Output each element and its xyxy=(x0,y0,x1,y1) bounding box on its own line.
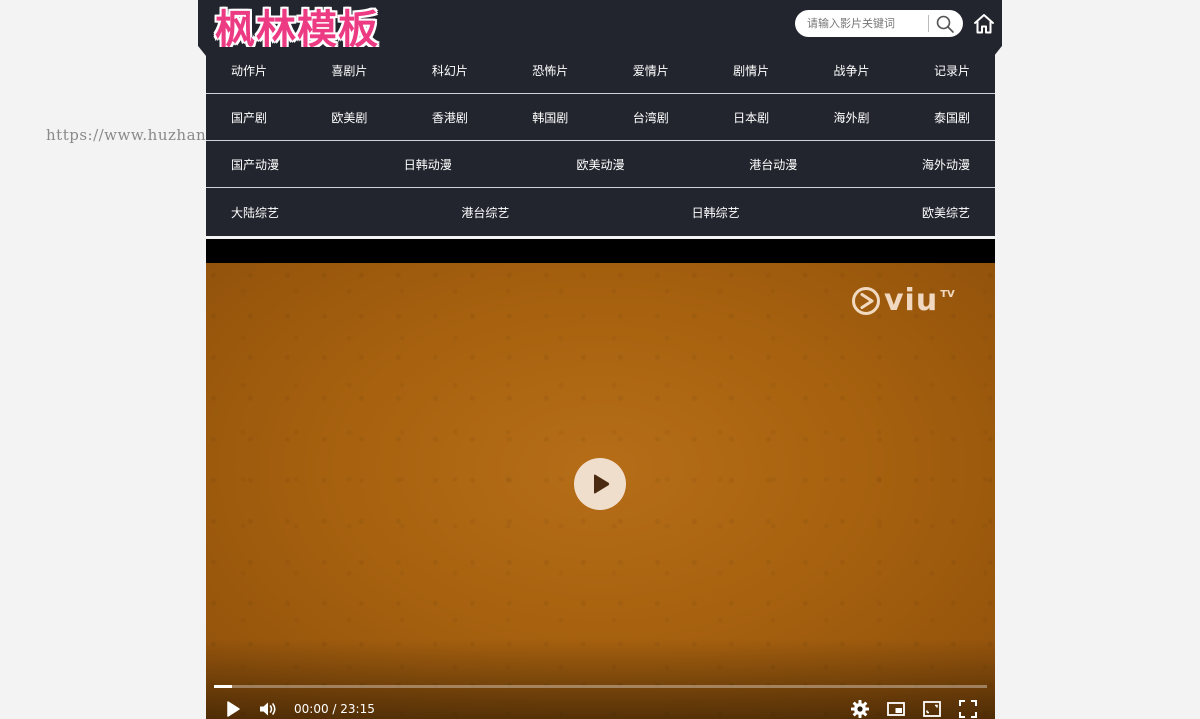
search-input[interactable] xyxy=(807,14,925,33)
theater-mode-button[interactable] xyxy=(922,699,942,719)
nav-row-series: 国产剧 欧美剧 香港剧 韩国剧 台湾剧 日本剧 海外剧 泰国剧 xyxy=(206,94,995,141)
nav-item[interactable]: 欧美动漫 xyxy=(576,156,624,173)
nav-item[interactable]: 大陆综艺 xyxy=(231,204,279,221)
nav-item[interactable]: 欧美综艺 xyxy=(922,204,970,221)
search-button[interactable] xyxy=(934,13,956,35)
nav-item[interactable]: 日本剧 xyxy=(733,109,769,126)
play-icon xyxy=(227,701,240,717)
gear-icon xyxy=(851,700,869,718)
nav-item[interactable]: 记录片 xyxy=(934,62,970,79)
search-divider xyxy=(928,15,929,32)
nav-item[interactable]: 欧美剧 xyxy=(331,109,367,126)
theater-mode-icon xyxy=(923,701,941,717)
nav-row-variety: 大陆综艺 港台综艺 日韩综艺 欧美综艺 xyxy=(206,188,995,236)
nav-item[interactable]: 战争片 xyxy=(834,62,870,79)
progress-bar[interactable] xyxy=(214,685,987,688)
search-icon xyxy=(936,15,954,33)
channel-play-icon xyxy=(852,286,880,315)
nav-item[interactable]: 国产动漫 xyxy=(231,156,279,173)
nav-item[interactable]: 泰国剧 xyxy=(934,109,970,126)
settings-button[interactable] xyxy=(850,699,870,719)
nav-item[interactable]: 韩国剧 xyxy=(532,109,568,126)
time-display: 00:00 / 23:15 xyxy=(294,702,375,716)
play-button[interactable] xyxy=(223,699,243,719)
volume-button[interactable] xyxy=(258,699,278,719)
progress-fill xyxy=(214,685,232,688)
nav-item[interactable]: 港台综艺 xyxy=(461,204,509,221)
page: 枫林模板 https://www.huzhan.com/ishop9043 动作… xyxy=(0,0,1200,719)
nav-item[interactable]: 香港剧 xyxy=(432,109,468,126)
nav-row-movies: 动作片 喜剧片 科幻片 恐怖片 爱情片 剧情片 战争片 记录片 xyxy=(206,47,995,94)
nav-item[interactable]: 海外动漫 xyxy=(922,156,970,173)
nav-item[interactable]: 剧情片 xyxy=(733,62,769,79)
player-top-bar xyxy=(206,239,995,263)
pip-button[interactable] xyxy=(886,699,906,719)
nav-item[interactable]: 喜剧片 xyxy=(331,62,367,79)
volume-icon xyxy=(260,702,276,716)
home-icon xyxy=(974,14,994,34)
nav-item[interactable]: 国产剧 xyxy=(231,109,267,126)
nav-item[interactable]: 海外剧 xyxy=(834,109,870,126)
home-button[interactable] xyxy=(972,12,996,36)
nav-item[interactable]: 科幻片 xyxy=(432,62,468,79)
fullscreen-icon xyxy=(959,700,977,718)
nav-item[interactable]: 恐怖片 xyxy=(532,62,568,79)
nav-item[interactable]: 动作片 xyxy=(231,62,267,79)
fullscreen-button[interactable] xyxy=(958,699,978,719)
picture-in-picture-icon xyxy=(887,702,905,716)
nav-item[interactable]: 日韩动漫 xyxy=(404,156,452,173)
player-controls: 00:00 / 23:15 xyxy=(206,699,995,719)
nav-item[interactable]: 港台动漫 xyxy=(749,156,797,173)
channel-logo: viu TV xyxy=(851,283,955,318)
nav-item[interactable]: 爱情片 xyxy=(633,62,669,79)
nav-item[interactable]: 台湾剧 xyxy=(633,109,669,126)
channel-logo-suffix: TV xyxy=(940,289,955,300)
nav-row-anime: 国产动漫 日韩动漫 欧美动漫 港台动漫 海外动漫 xyxy=(206,141,995,188)
channel-logo-text: viu xyxy=(884,283,939,318)
nav-item[interactable]: 日韩综艺 xyxy=(692,204,740,221)
search-box xyxy=(795,10,963,37)
category-nav: 动作片 喜剧片 科幻片 恐怖片 爱情片 剧情片 战争片 记录片 国产剧 欧美剧 … xyxy=(206,47,995,236)
video-player[interactable]: viu TV 00:00 / 23:15 xyxy=(206,263,995,719)
play-icon xyxy=(594,474,610,494)
big-play-button[interactable] xyxy=(574,458,626,510)
